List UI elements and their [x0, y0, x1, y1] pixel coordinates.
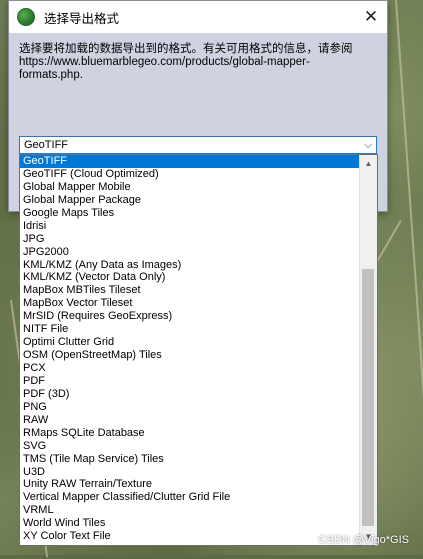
format-option[interactable]: Unity RAW Terrain/Texture	[20, 478, 360, 491]
format-option[interactable]: GeoTIFF	[20, 155, 360, 168]
format-option[interactable]: KML/KMZ (Any Data as Images)	[20, 259, 360, 272]
format-option[interactable]: PDF	[20, 375, 360, 388]
format-option[interactable]: Global Mapper Mobile	[20, 181, 360, 194]
close-icon[interactable]: ✕	[355, 1, 387, 33]
format-option[interactable]: Vertical Mapper Classified/Clutter Grid …	[20, 491, 360, 504]
format-option[interactable]: World Wind Tiles	[20, 517, 360, 530]
scroll-up-arrow-icon[interactable]: ▲	[360, 155, 377, 172]
format-option[interactable]: PDF (3D)	[20, 388, 360, 401]
format-option[interactable]: U3D	[20, 466, 360, 479]
format-option[interactable]: TMS (Tile Map Service) Tiles	[20, 453, 360, 466]
format-option[interactable]: PNG	[20, 401, 360, 414]
format-option[interactable]: Optimi Clutter Grid	[20, 336, 360, 349]
format-option[interactable]: MapBox MBTiles Tileset	[20, 284, 360, 297]
format-option[interactable]: Google Maps Tiles	[20, 207, 360, 220]
watermark: CSDN @Vigo*GIS	[318, 534, 409, 546]
instruction-text: 选择要将加载的数据导出到的格式。有关可用格式的信息，请参阅 https://ww…	[19, 43, 364, 82]
format-option[interactable]: JPG	[20, 233, 360, 246]
format-option[interactable]: Idrisi	[20, 220, 360, 233]
format-option[interactable]: OSM (OpenStreetMap) Tiles	[20, 349, 360, 362]
instruction-line: 选择要将加载的数据导出到的格式。有关可用格式的信息，请参阅	[19, 43, 353, 55]
scrollbar-thumb[interactable]	[362, 269, 374, 526]
format-option[interactable]: JPG2000	[20, 246, 360, 259]
combobox-selected-value: GeoTIFF	[24, 139, 69, 151]
dialog-title: 选择导出格式	[44, 11, 120, 26]
format-option[interactable]: MrSID (Requires GeoExpress)	[20, 310, 360, 323]
format-option[interactable]: MapBox Vector Tileset	[20, 297, 360, 310]
chevron-down-icon[interactable]: ⌵	[360, 140, 376, 151]
format-dropdown-list[interactable]: GeoTIFF GeoTIFF (Cloud Optimized) Global M…	[19, 154, 378, 546]
title-bar: 选择导出格式 ✕	[9, 1, 387, 33]
format-option[interactable]: SVG	[20, 440, 360, 453]
format-option[interactable]: KML/KMZ (Vector Data Only)	[20, 271, 360, 284]
dropdown-scrollbar[interactable]: ▲ ▼	[359, 155, 377, 545]
format-option[interactable]: PCX	[20, 362, 360, 375]
format-option[interactable]: RMaps SQLite Database	[20, 427, 360, 440]
format-option[interactable]: Global Mapper Package	[20, 194, 360, 207]
formats-url: https://www.bluemarblegeo.com/products/g…	[19, 56, 310, 81]
format-option[interactable]: XY Color Text File	[20, 530, 360, 543]
format-option[interactable]: RAW	[20, 414, 360, 427]
format-options: GeoTIFF GeoTIFF (Cloud Optimized) Global M…	[20, 155, 360, 545]
format-option[interactable]: VRML	[20, 504, 360, 517]
format-combobox[interactable]: GeoTIFF ⌵	[19, 136, 377, 154]
global-mapper-app-icon	[17, 8, 35, 26]
format-option[interactable]: NITF File	[20, 323, 360, 336]
format-option[interactable]: GeoTIFF (Cloud Optimized)	[20, 168, 360, 181]
